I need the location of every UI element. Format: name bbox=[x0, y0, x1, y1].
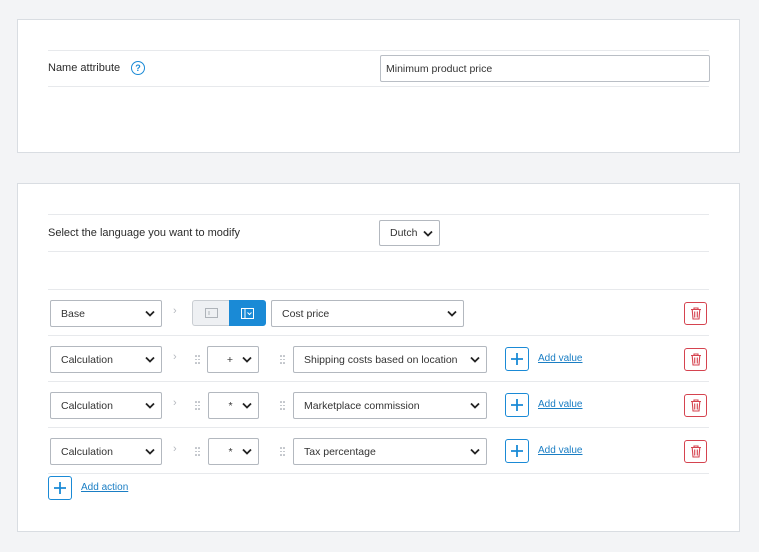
toggle-text-button[interactable] bbox=[192, 300, 229, 326]
divider bbox=[48, 289, 709, 290]
operator-value: * bbox=[228, 445, 233, 458]
language-select-value: Dutch bbox=[390, 227, 418, 239]
arrow-right-icon: › bbox=[173, 305, 177, 317]
source-select[interactable]: Cost price bbox=[271, 300, 464, 327]
operator-value: + bbox=[226, 353, 234, 366]
plus-icon bbox=[511, 399, 523, 411]
row-type-value: Base bbox=[61, 307, 85, 320]
toggle-select-button[interactable] bbox=[229, 300, 266, 326]
chevron-down-icon bbox=[242, 402, 252, 409]
divider bbox=[48, 214, 709, 215]
plus-icon bbox=[54, 482, 66, 494]
drag-handle-icon[interactable] bbox=[280, 401, 285, 410]
row-type-select[interactable]: Calculation bbox=[50, 346, 162, 373]
drag-handle-icon[interactable] bbox=[280, 447, 285, 456]
source-type-toggle[interactable] bbox=[192, 300, 266, 326]
value-select[interactable]: Marketplace commission bbox=[293, 392, 487, 419]
plus-icon bbox=[511, 445, 523, 457]
delete-row-button[interactable] bbox=[684, 302, 707, 325]
delete-row-button[interactable] bbox=[684, 348, 707, 371]
divider bbox=[48, 50, 709, 51]
dropdown-field-icon bbox=[241, 307, 254, 319]
trash-icon bbox=[690, 399, 701, 412]
divider bbox=[48, 381, 709, 382]
divider bbox=[48, 473, 709, 474]
chevron-down-icon bbox=[470, 356, 480, 363]
trash-icon bbox=[690, 353, 701, 366]
chevron-down-icon bbox=[145, 402, 155, 409]
chevron-down-icon bbox=[145, 356, 155, 363]
operator-select[interactable]: + bbox=[207, 346, 259, 373]
row-type-select[interactable]: Base bbox=[50, 300, 162, 327]
add-action-link[interactable]: Add action bbox=[81, 482, 128, 493]
name-attribute-label: Name attribute bbox=[48, 62, 121, 74]
name-attribute-panel: Name attribute ? bbox=[17, 19, 740, 153]
add-value-plus-button[interactable] bbox=[505, 393, 529, 417]
row-type-select[interactable]: Calculation bbox=[50, 392, 162, 419]
add-value-plus-button[interactable] bbox=[505, 439, 529, 463]
row-type-value: Calculation bbox=[61, 399, 113, 412]
divider bbox=[48, 86, 709, 87]
value-select[interactable]: Tax percentage bbox=[293, 438, 487, 465]
calculation-panel: Select the language you want to modify D… bbox=[17, 183, 740, 532]
delete-row-button[interactable] bbox=[684, 394, 707, 417]
drag-handle-icon[interactable] bbox=[280, 355, 285, 364]
row-type-value: Calculation bbox=[61, 445, 113, 458]
name-attribute-input[interactable] bbox=[380, 55, 710, 82]
help-icon[interactable]: ? bbox=[131, 61, 145, 75]
chevron-down-icon bbox=[145, 310, 155, 317]
divider bbox=[48, 427, 709, 428]
value-select-value: Marketplace commission bbox=[304, 399, 420, 412]
chevron-down-icon bbox=[470, 448, 480, 455]
drag-handle-icon[interactable] bbox=[195, 447, 200, 456]
divider bbox=[48, 251, 709, 252]
chevron-down-icon bbox=[423, 230, 433, 237]
source-value: Cost price bbox=[282, 307, 330, 320]
plus-icon bbox=[511, 353, 523, 365]
row-type-value: Calculation bbox=[61, 353, 113, 366]
operator-value: * bbox=[228, 399, 233, 412]
operator-select[interactable]: * bbox=[208, 438, 259, 465]
add-value-link[interactable]: Add value bbox=[538, 445, 582, 456]
operator-select[interactable]: * bbox=[208, 392, 259, 419]
row-type-select[interactable]: Calculation bbox=[50, 438, 162, 465]
language-select[interactable]: Dutch bbox=[379, 220, 440, 246]
arrow-right-icon: › bbox=[173, 351, 177, 363]
chevron-down-icon bbox=[470, 402, 480, 409]
add-value-link[interactable]: Add value bbox=[538, 353, 582, 364]
value-select[interactable]: Shipping costs based on location bbox=[293, 346, 487, 373]
text-field-icon bbox=[204, 308, 218, 318]
language-label: Select the language you want to modify bbox=[48, 227, 241, 239]
trash-icon bbox=[690, 445, 701, 458]
chevron-down-icon bbox=[145, 448, 155, 455]
value-select-value: Tax percentage bbox=[304, 445, 376, 458]
add-action-plus-button[interactable] bbox=[48, 476, 72, 500]
arrow-right-icon: › bbox=[173, 397, 177, 409]
arrow-right-icon: › bbox=[173, 443, 177, 455]
drag-handle-icon[interactable] bbox=[195, 355, 200, 364]
value-select-value: Shipping costs based on location bbox=[304, 353, 458, 366]
divider bbox=[48, 335, 709, 336]
add-value-link[interactable]: Add value bbox=[538, 399, 582, 410]
chevron-down-icon bbox=[447, 310, 457, 317]
add-value-plus-button[interactable] bbox=[505, 347, 529, 371]
trash-icon bbox=[690, 307, 701, 320]
delete-row-button[interactable] bbox=[684, 440, 707, 463]
chevron-down-icon bbox=[242, 356, 252, 363]
drag-handle-icon[interactable] bbox=[195, 401, 200, 410]
chevron-down-icon bbox=[242, 448, 252, 455]
